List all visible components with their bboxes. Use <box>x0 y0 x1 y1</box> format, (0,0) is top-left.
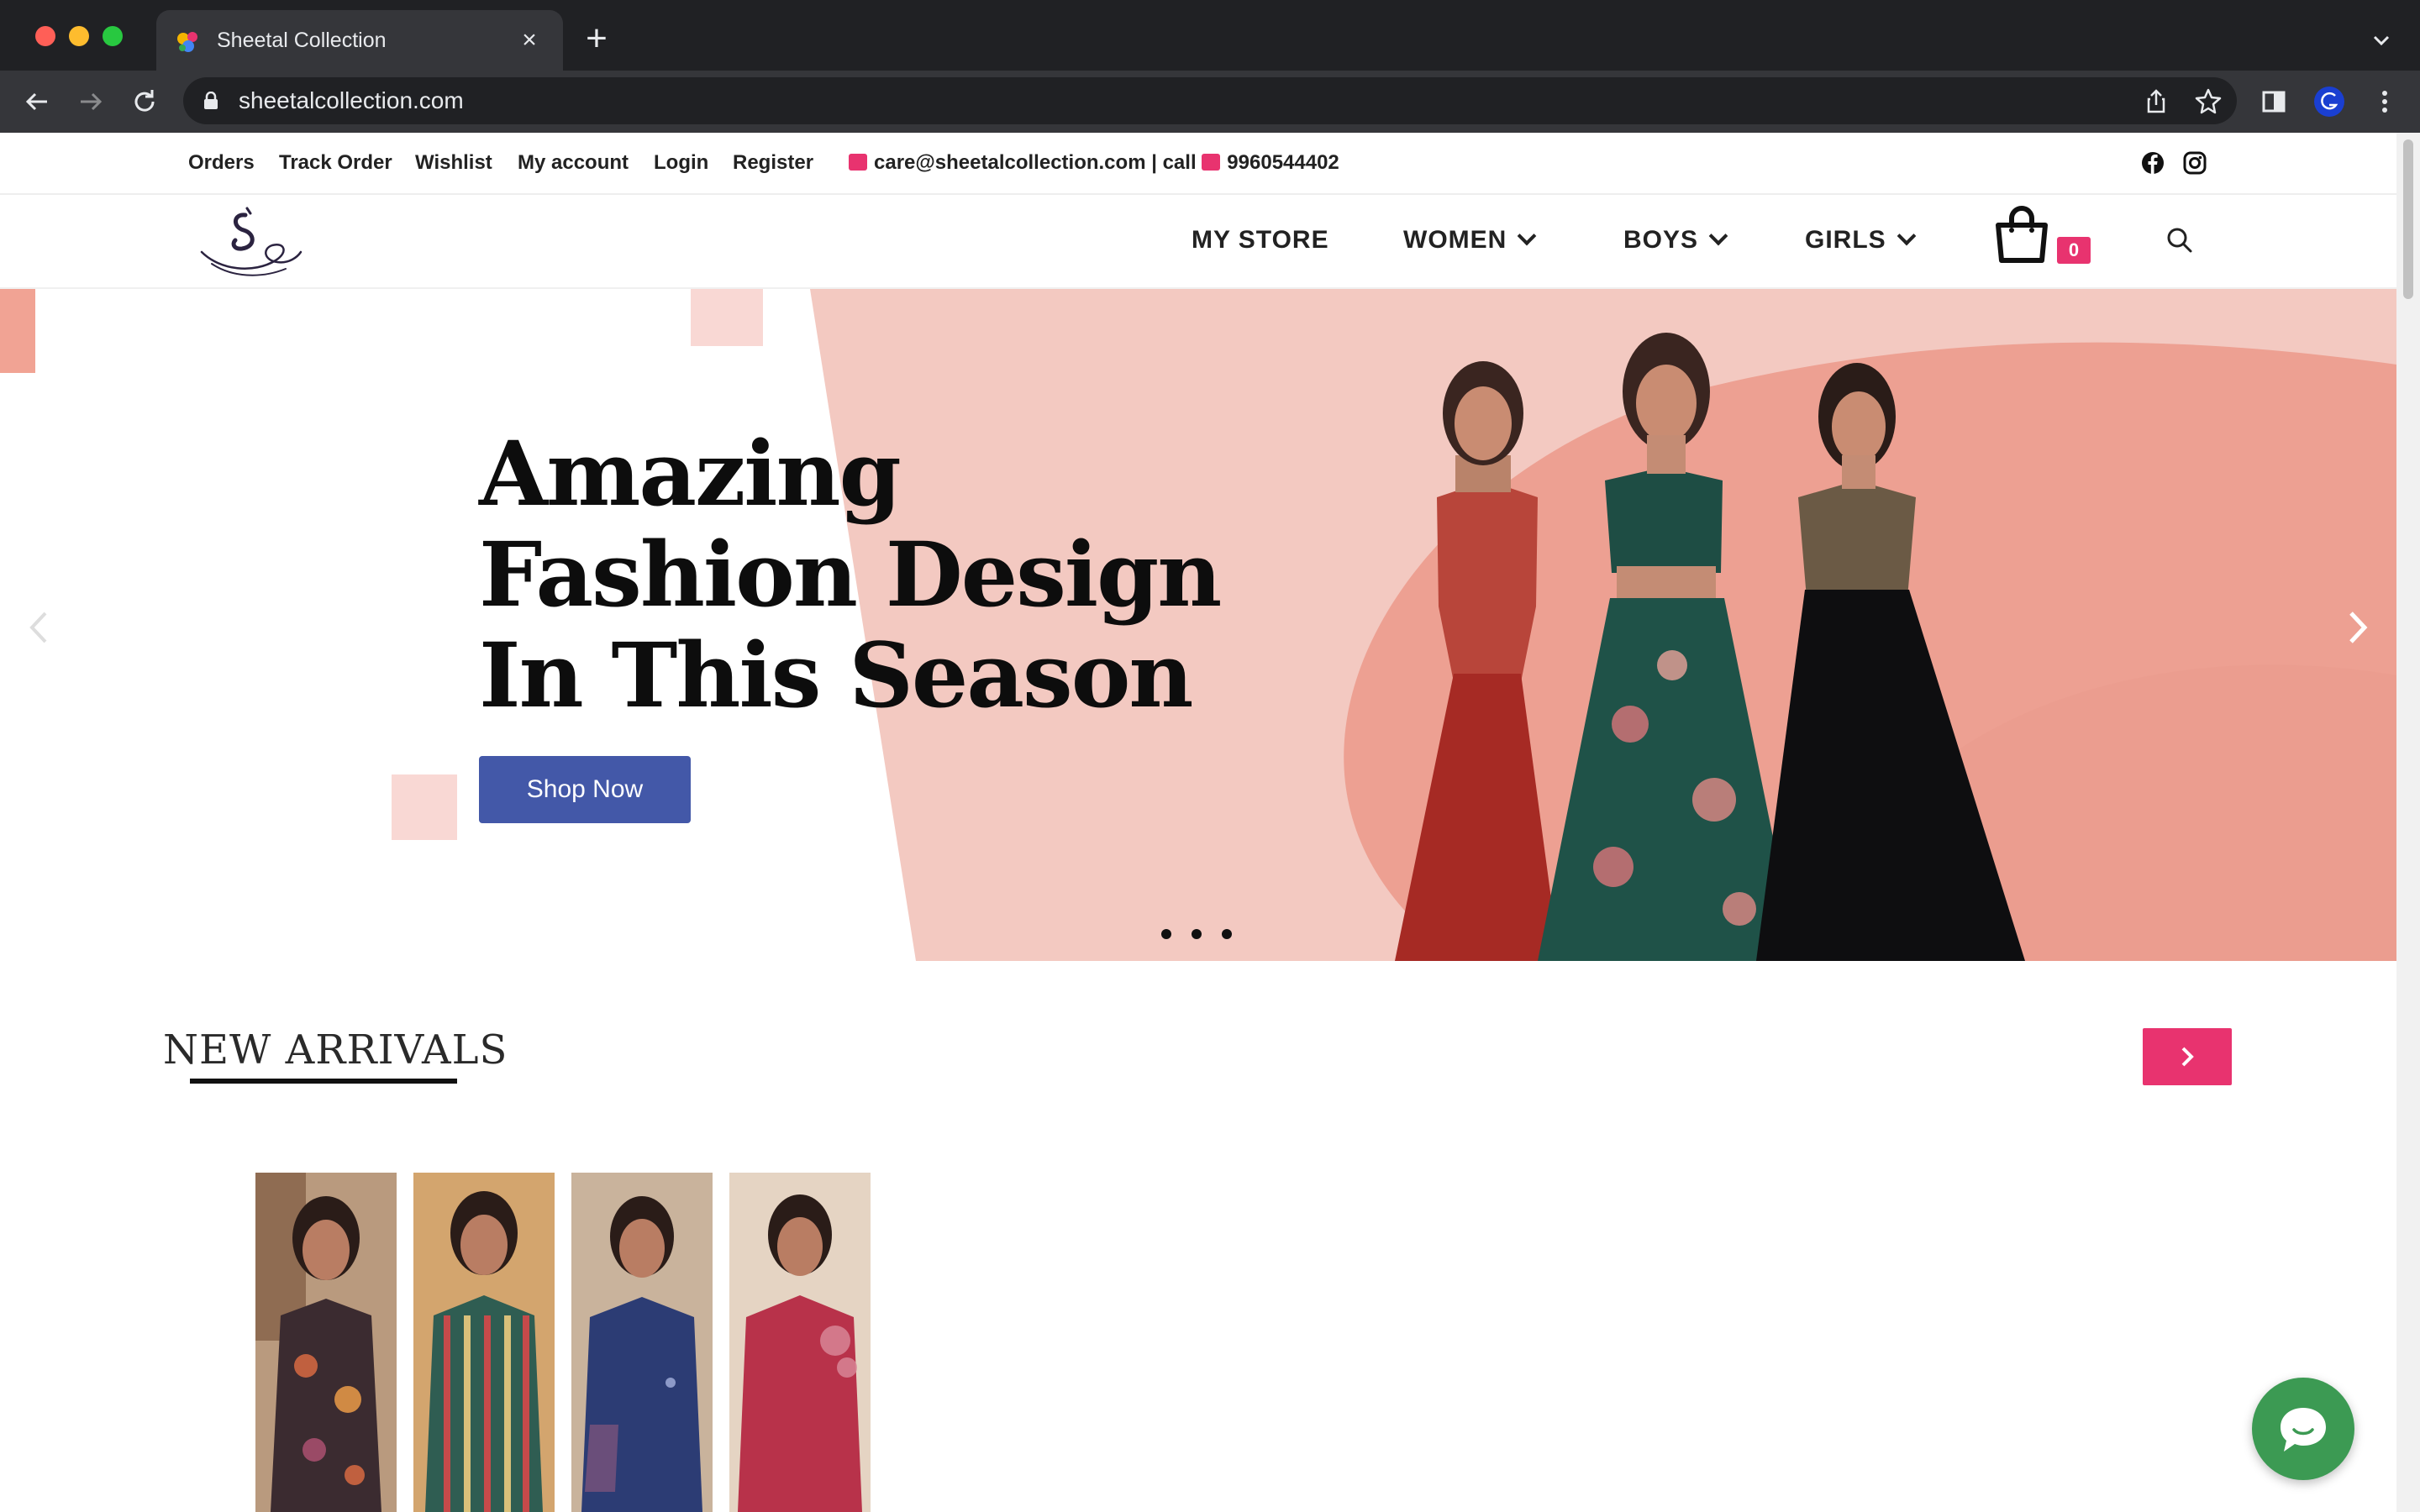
search-icon[interactable] <box>2165 225 2195 255</box>
chat-bubble-icon <box>2281 1408 2326 1452</box>
slide-dot-2[interactable] <box>1192 929 1202 939</box>
page-scrollbar[interactable] <box>2396 133 2420 1512</box>
cart-count-badge[interactable]: 0 <box>2057 237 2091 264</box>
site-favicon-icon <box>177 32 197 52</box>
hero-title-line-3: In This Season <box>479 622 1193 727</box>
nav-women[interactable]: WOMEN <box>1403 223 1537 257</box>
track-order-link[interactable]: Track Order <box>279 150 392 176</box>
slide-dot-1[interactable] <box>1161 929 1171 939</box>
nav-women-label: WOMEN <box>1403 226 1507 254</box>
phone-icon <box>1202 153 1221 171</box>
hero-title-line-2: Fashion Design <box>479 522 1222 627</box>
site-header: MY STORE WOMEN BOYS GIRLS 0 <box>0 195 2396 289</box>
slide-dot-3[interactable] <box>1222 929 1232 939</box>
browser-tab-bar: Sheetal Collection × + <box>0 0 2420 71</box>
browser-menu-icon[interactable] <box>2368 85 2402 118</box>
browser-tab[interactable]: Sheetal Collection × <box>156 10 563 71</box>
address-bar[interactable]: sheetalcollection.com <box>183 77 2237 124</box>
contact-phone[interactable]: 9960544402 <box>1227 151 1339 174</box>
product-image <box>255 1173 397 1512</box>
chevron-down-icon <box>1897 226 1916 246</box>
instagram-icon[interactable] <box>2183 151 2207 175</box>
new-arrivals-next-button[interactable] <box>2143 1028 2232 1085</box>
tab-search-chevron-icon[interactable] <box>2366 25 2396 55</box>
fashion-models-image <box>1395 333 2025 961</box>
nav-girls[interactable]: GIRLS <box>1805 223 1916 257</box>
email-icon <box>849 153 867 171</box>
nav-girls-label: GIRLS <box>1805 226 1886 254</box>
nav-boys[interactable]: BOYS <box>1623 223 1728 257</box>
chevron-down-icon <box>1518 226 1537 246</box>
contact-email-text[interactable]: care@sheetalcollection.com | call <box>874 151 1197 174</box>
new-tab-button[interactable]: + <box>578 20 615 59</box>
browser-toolbar: sheetalcollection.com <box>0 71 2420 133</box>
profile-avatar-icon[interactable] <box>2312 85 2346 118</box>
maximize-window-button[interactable] <box>103 26 123 46</box>
heading-underline <box>190 1079 457 1084</box>
live-chat-button[interactable] <box>2252 1378 2354 1480</box>
product-image <box>571 1173 713 1512</box>
wishlist-link[interactable]: Wishlist <box>415 150 492 176</box>
slider-prev-arrow-icon[interactable] <box>22 606 55 648</box>
product-image <box>413 1173 555 1512</box>
scrollbar-thumb[interactable] <box>2403 139 2413 299</box>
back-arrow-icon[interactable] <box>20 85 54 118</box>
orders-link[interactable]: Orders <box>188 150 255 176</box>
my-account-link[interactable]: My account <box>518 150 629 176</box>
shopping-bag-icon[interactable] <box>1991 202 2052 265</box>
slider-pagination <box>1161 929 1232 942</box>
slider-next-arrow-icon[interactable] <box>2341 606 2375 648</box>
chevron-right-icon <box>2181 1047 2194 1067</box>
product-image <box>729 1173 871 1512</box>
web-page: Orders Track Order Wishlist My account L… <box>0 133 2396 1512</box>
shop-now-button[interactable]: Shop Now <box>479 756 691 823</box>
product-card[interactable] <box>729 1173 871 1512</box>
hero-title: Amazing Fashion Design In This Season <box>479 421 1222 727</box>
contact-info: care@sheetalcollection.com | call 996054… <box>849 150 1339 176</box>
reload-icon[interactable] <box>128 85 161 118</box>
nav-my-store[interactable]: MY STORE <box>1192 223 1329 257</box>
product-card[interactable] <box>571 1173 713 1512</box>
close-window-button[interactable] <box>35 26 55 46</box>
product-card[interactable] <box>255 1173 397 1512</box>
hero-title-line-1: Amazing <box>479 421 902 526</box>
tab-close-icon[interactable]: × <box>518 28 541 53</box>
tab-title: Sheetal Collection <box>217 29 387 52</box>
lock-icon <box>204 92 218 109</box>
side-panel-icon[interactable] <box>2257 85 2291 118</box>
facebook-icon[interactable] <box>2141 151 2165 175</box>
chevron-down-icon <box>1708 226 1728 246</box>
product-card[interactable] <box>413 1173 555 1512</box>
share-icon[interactable] <box>2139 85 2173 118</box>
minimize-window-button[interactable] <box>69 26 89 46</box>
url-text: sheetalcollection.com <box>239 87 464 113</box>
utility-bar: Orders Track Order Wishlist My account L… <box>0 133 2396 195</box>
new-arrivals-heading: NEW ARRIVALS <box>163 1026 508 1074</box>
login-link[interactable]: Login <box>654 150 708 176</box>
brand-logo[interactable] <box>195 202 306 282</box>
forward-arrow-icon[interactable] <box>74 85 108 118</box>
bookmark-star-icon[interactable] <box>2191 85 2225 118</box>
hero-slider: Amazing Fashion Design In This Season Sh… <box>0 289 2396 961</box>
nav-boys-label: BOYS <box>1623 226 1699 254</box>
register-link[interactable]: Register <box>733 150 813 176</box>
